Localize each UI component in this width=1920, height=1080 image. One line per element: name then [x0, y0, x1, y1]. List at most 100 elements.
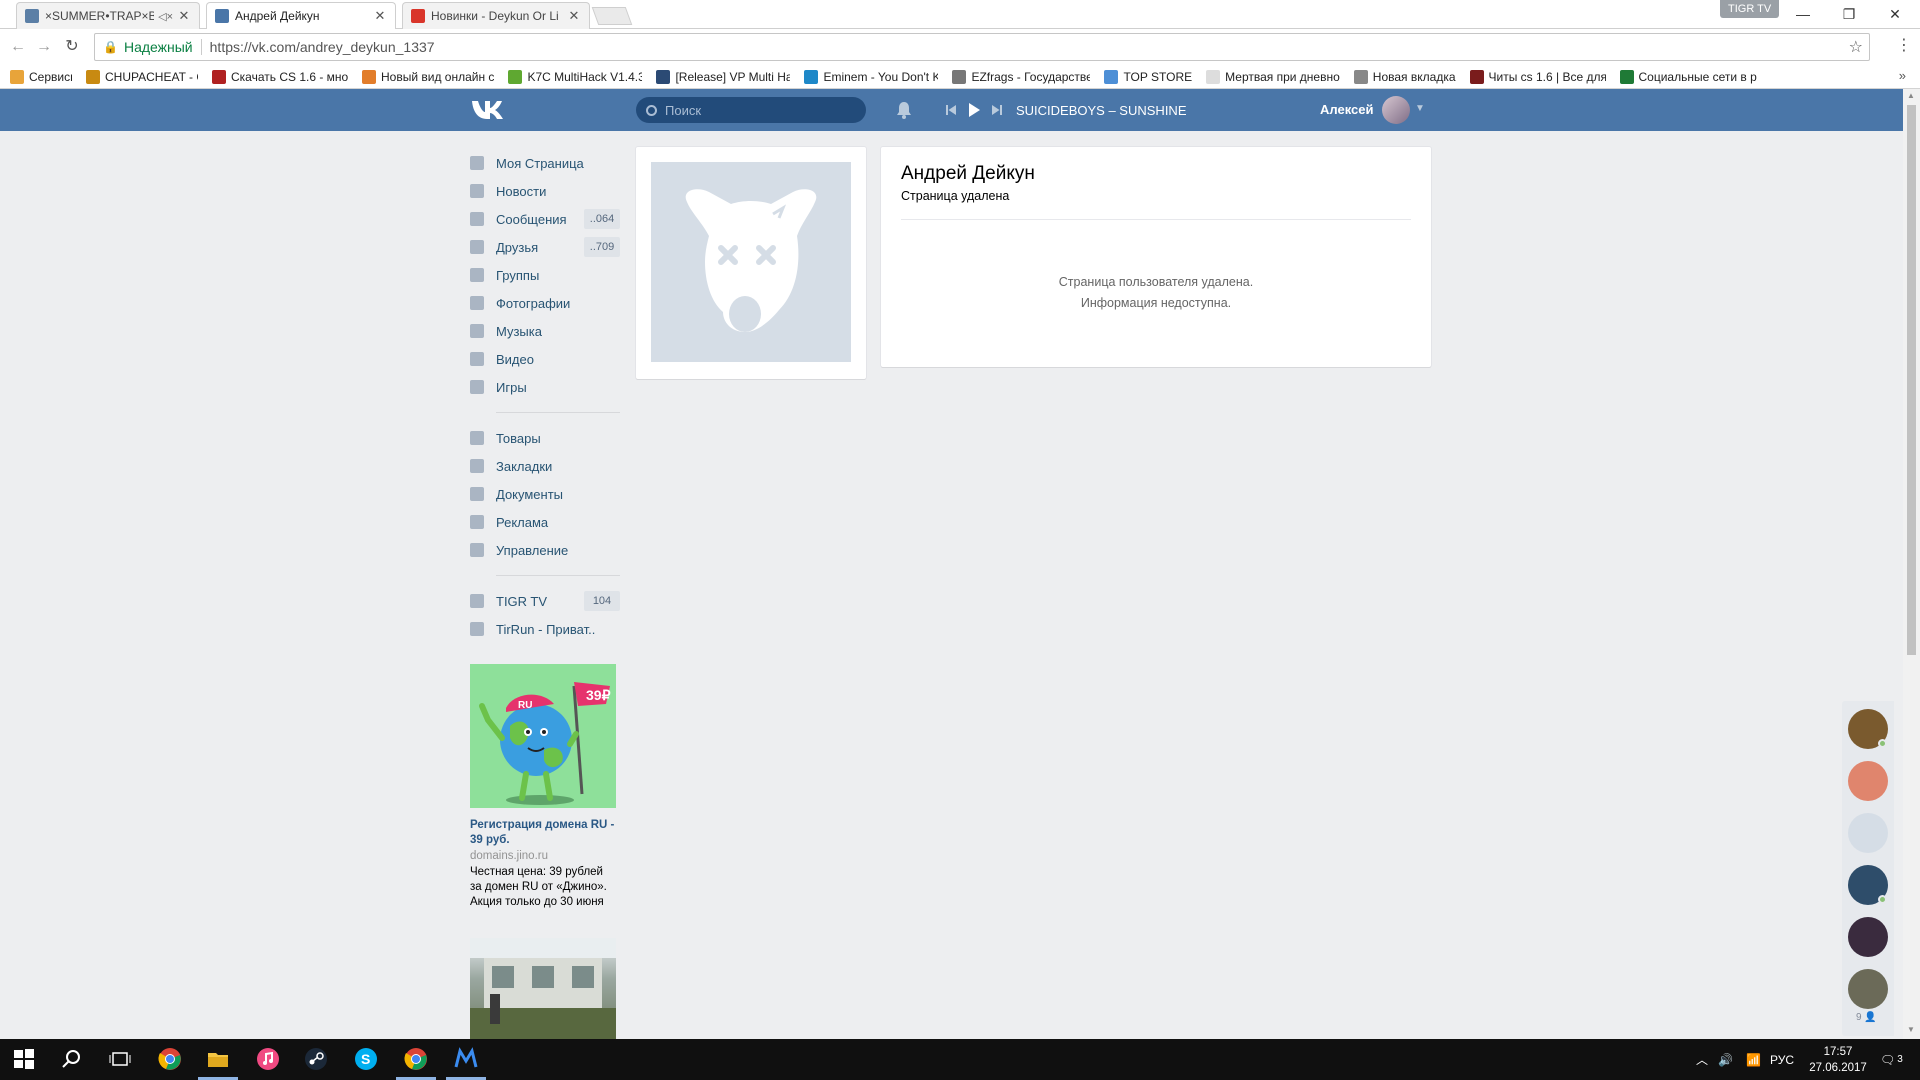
menu-item-groups[interactable]: Группы — [470, 261, 620, 289]
bookmark-item[interactable]: TOP STORE — [1104, 69, 1192, 84]
bookmark-item[interactable]: [Release] VP Multi Ha — [656, 69, 790, 84]
bookmark-item[interactable]: EZfrags - Государстве — [952, 69, 1090, 84]
menu-item-bag[interactable]: Товары — [470, 424, 620, 452]
tray-up-icon[interactable]: ︿ — [1696, 1039, 1708, 1080]
menu-item-video[interactable]: Видео — [470, 345, 620, 373]
browser-tab-1[interactable]: ×SUMMER•TRAP×BE ◁× ✕ — [16, 2, 200, 29]
camera-icon — [470, 296, 484, 310]
bookmark-favicon-icon — [10, 69, 24, 84]
skype-icon[interactable]: S — [354, 1047, 378, 1071]
previous-track-icon[interactable] — [944, 103, 958, 117]
task-view-icon[interactable] — [108, 1047, 132, 1071]
chrome-icon[interactable] — [404, 1047, 428, 1071]
browser-tab-3[interactable]: Новинки - Deykun Or Li ✕ — [402, 2, 590, 29]
clock[interactable]: 17:57 27.06.2017 — [1800, 1044, 1876, 1076]
chat-avatar[interactable] — [1848, 917, 1888, 957]
new-tab-button[interactable] — [591, 7, 633, 25]
close-icon[interactable]: ✕ — [567, 8, 581, 24]
volume-icon[interactable]: 🔊 — [1718, 1039, 1733, 1080]
play-icon[interactable] — [966, 102, 982, 118]
network-icon[interactable]: 📶 — [1746, 1039, 1761, 1080]
bookmark-item[interactable]: Скачать CS 1.6 - мно — [212, 69, 348, 84]
deleted-profile-photo — [651, 162, 851, 362]
menu-item-camera[interactable]: Фотографии — [470, 289, 620, 317]
steam-icon[interactable] — [304, 1047, 328, 1071]
header-user-name[interactable]: Алексей — [1320, 102, 1374, 117]
megaphone-icon — [470, 515, 484, 529]
search-box[interactable] — [636, 97, 866, 123]
browser-tab-2[interactable]: Андрей Дейкун ✕ — [206, 2, 396, 29]
search-icon — [646, 104, 657, 116]
bookmark-item[interactable]: Читы cs 1.6 | Все для — [1469, 69, 1606, 84]
ad-image[interactable]: 39₽ RU — [470, 664, 616, 808]
scrollbar-thumb[interactable] — [1907, 105, 1916, 655]
chevron-down-icon[interactable]: ▼ — [1415, 103, 1425, 114]
menu-item-label: Закладки — [496, 458, 553, 474]
divider — [901, 219, 1411, 220]
bookmarks-overflow-icon[interactable]: » — [1899, 68, 1906, 83]
menu-item-gamepad[interactable]: Управление — [470, 536, 620, 564]
bookmark-item[interactable]: Eminem - You Don't K — [804, 69, 938, 84]
bookmark-item[interactable]: Социальные сети в р — [1619, 69, 1757, 84]
itunes-icon[interactable] — [256, 1047, 280, 1071]
online-count[interactable]: 9 👤 — [1856, 1012, 1877, 1023]
menu-item-messages[interactable]: Сообщения ..064 — [470, 205, 620, 233]
user-avatar[interactable] — [1382, 96, 1410, 124]
chat-avatar[interactable] — [1848, 761, 1888, 801]
reload-icon[interactable]: ↻ — [60, 35, 84, 59]
back-arrow-icon[interactable]: ← — [6, 35, 30, 59]
scroll-down-icon[interactable]: ▼ — [1907, 1025, 1915, 1034]
forward-arrow-icon[interactable]: → — [32, 35, 56, 59]
close-icon[interactable]: ✕ — [373, 8, 387, 24]
chat-avatar[interactable] — [1848, 813, 1888, 853]
chat-avatar[interactable] — [1848, 969, 1888, 1009]
file-explorer-icon[interactable] — [206, 1047, 230, 1071]
bookmark-item[interactable]: Мертвая при дневно — [1206, 69, 1340, 84]
profile-badge[interactable]: TIGR TV — [1720, 0, 1780, 18]
restore-icon[interactable]: ❐ — [1826, 2, 1872, 26]
bookmark-item[interactable]: CHUPACHEAT - СЛАД — [86, 69, 198, 84]
bookmark-label: Новый вид онлайн с — [381, 69, 495, 84]
vk-logo-icon[interactable] — [470, 98, 504, 122]
chrome-icon[interactable] — [158, 1047, 182, 1071]
notifications-icon[interactable]: 🗨 3 — [1880, 1039, 1903, 1080]
second-ad-image[interactable] — [470, 938, 616, 1040]
ad-block[interactable]: 39₽ RU Регистрация домена RU - 39 руб. d… — [470, 664, 616, 910]
url-text[interactable]: https://vk.com/andrey_deykun_1337 — [210, 39, 435, 55]
page-scrollbar[interactable]: ▲ ▼ — [1903, 89, 1920, 1039]
input-language[interactable]: РУС — [1770, 1039, 1794, 1080]
now-playing-track[interactable]: SUICIDEBOYS – SUNSHINE — [1016, 103, 1187, 118]
address-bar[interactable]: 🔒 Надежный https://vk.com/andrey_deykun_… — [94, 33, 1870, 61]
scroll-up-icon[interactable]: ▲ — [1907, 91, 1915, 100]
menu-item-home[interactable]: Моя Страница — [470, 149, 620, 177]
bell-icon[interactable] — [896, 100, 912, 120]
menu-item-star[interactable]: Закладки — [470, 452, 620, 480]
media-app-icon[interactable] — [454, 1047, 478, 1071]
bookmark-item[interactable]: K7C MultiHack V1.4.3 — [508, 69, 642, 84]
search-input[interactable] — [665, 102, 845, 118]
bookmark-star-icon[interactable]: ☆ — [1849, 37, 1863, 57]
menu-item-megaphone[interactable]: Реклама — [470, 508, 620, 536]
bookmark-item[interactable]: Новый вид онлайн с — [362, 69, 495, 84]
ad-flag-text: 39₽ — [586, 687, 611, 703]
close-icon[interactable]: ✕ — [177, 8, 191, 24]
menu-item-friends[interactable]: Друзья ..709 — [470, 233, 620, 261]
bookmark-item[interactable]: Новая вкладка — [1353, 69, 1456, 84]
speaker-muted-icon[interactable]: ◁× — [158, 10, 173, 23]
ad-title[interactable]: Регистрация домена RU - 39 руб. — [470, 818, 616, 848]
menu-item-games[interactable]: Игры — [470, 373, 620, 401]
windows-start-icon[interactable] — [12, 1047, 36, 1071]
next-track-icon[interactable] — [990, 103, 1004, 117]
menu-divider — [496, 412, 620, 413]
window-close-icon[interactable]: ✕ — [1872, 2, 1918, 26]
menu-item-document[interactable]: Документы — [470, 480, 620, 508]
menu-item-news[interactable]: Новости — [470, 177, 620, 205]
search-icon[interactable] — [60, 1047, 84, 1071]
menu-item-community[interactable]: TirRun - Приват.. — [470, 615, 620, 643]
ad-domain[interactable]: domains.jino.ru — [470, 850, 616, 862]
menu-item-community[interactable]: TIGR TV 104 — [470, 587, 620, 615]
minimize-icon[interactable]: — — [1780, 2, 1826, 26]
bookmark-item[interactable]: Сервисы — [10, 69, 72, 84]
browser-menu-icon[interactable]: ⋮ — [1896, 35, 1912, 55]
menu-item-music[interactable]: Музыка — [470, 317, 620, 345]
